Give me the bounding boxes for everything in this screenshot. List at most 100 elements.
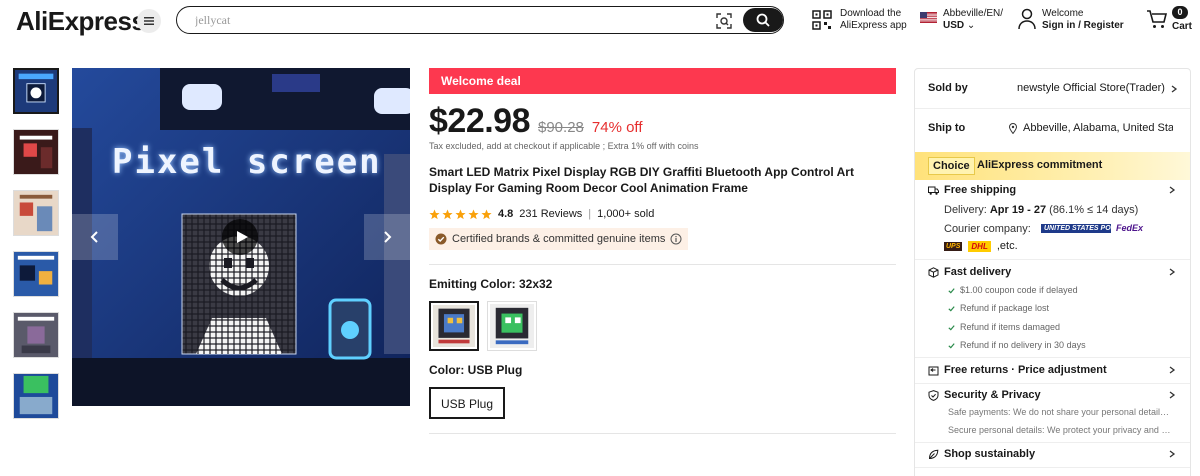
certified-badge[interactable]: Certified brands & committed genuine ite… (429, 228, 689, 250)
leaf-icon (928, 449, 939, 459)
check-icon (948, 324, 955, 330)
hamburger-icon (144, 17, 154, 25)
user-icon (1018, 8, 1036, 30)
tax-note: Tax excluded, add at checkout if applica… (429, 141, 699, 151)
separator: | (588, 208, 592, 220)
color-label: Color: USB Plug (429, 363, 523, 377)
thumbnail[interactable] (13, 312, 59, 358)
star-icon (481, 209, 492, 219)
chevron-down-icon: ⌄ (966, 20, 976, 31)
courier-logos-bottom: UPS DHL ,etc. (944, 240, 1018, 252)
check-icon (948, 305, 955, 311)
chevron-left-icon (90, 231, 98, 243)
cart-button[interactable]: 0 Cart (1146, 6, 1196, 36)
search-input[interactable] (195, 12, 695, 28)
purchase-panel: Sold by newstyle Official Store(Trader) … (914, 68, 1191, 476)
ship-to-location[interactable]: Abbeville, Alabama, United States (1023, 122, 1173, 134)
us-flag-icon (920, 12, 937, 23)
sold-by-row[interactable]: Sold by newstyle Official Store(Trader) (915, 82, 1190, 98)
security-privacy-row[interactable]: Security & Privacy (928, 389, 1041, 401)
main-product-image[interactable]: Pixel screen (72, 68, 410, 406)
color-option-alt[interactable] (487, 301, 537, 351)
ship-to-row[interactable]: Ship to Abbeville, Alabama, United State… (915, 122, 1190, 138)
check-icon (948, 287, 955, 293)
thumbnail[interactable] (13, 373, 59, 419)
star-icon (442, 209, 453, 219)
certified-icon (435, 233, 447, 245)
divider (915, 442, 1190, 443)
courier-label: Courier company: (944, 223, 1031, 235)
divider (915, 259, 1190, 260)
welcome-deal-banner: Welcome deal (429, 68, 896, 94)
shield-icon (928, 389, 939, 401)
return-icon (928, 366, 939, 375)
current-price: $22.98 (429, 102, 531, 140)
chevron-right-icon (1169, 391, 1176, 399)
chevron-right-icon (384, 231, 392, 243)
thumbnail[interactable] (13, 129, 59, 175)
rating-value: 4.8 (498, 208, 514, 220)
courier-logos-top: UNITED STATES POSTAL SERVICE FedEx (1041, 223, 1143, 233)
divider (915, 357, 1190, 358)
emitting-color-label: Emitting Color: 32x32 (429, 277, 553, 291)
chevron-right-icon (1169, 186, 1176, 194)
store-name[interactable]: newstyle Official Store(Trader) (1017, 82, 1167, 94)
product-title: Smart LED Matrix Pixel Display RGB DIY G… (429, 165, 854, 195)
rating-row: 4.8 231 Reviews | 1,000+ sold (429, 208, 897, 220)
truck-icon (928, 186, 939, 195)
qr-code-icon (812, 10, 832, 30)
color-option-32x32[interactable] (429, 301, 479, 351)
fedex-logo: FedEx (1116, 223, 1144, 233)
choice-tag: Choice (928, 157, 975, 175)
usb-plug-option[interactable]: USB Plug (429, 387, 506, 419)
thumbnail[interactable] (13, 68, 59, 114)
play-video-button[interactable] (222, 219, 258, 255)
dhl-logo: DHL (968, 240, 991, 252)
divider (915, 467, 1190, 468)
search-bar (176, 6, 784, 34)
info-icon[interactable] (670, 233, 682, 245)
cart-count-badge: 0 (1172, 6, 1188, 19)
chevron-right-icon (1169, 268, 1176, 276)
sold-by-label: Sold by (928, 82, 968, 94)
discount-label: 74% off (591, 119, 643, 136)
thumbnail[interactable] (13, 190, 59, 236)
choice-commitment-banner: Choice AliExpress commitment (915, 152, 1190, 180)
fast-delivery-item: Refund if items damaged (948, 322, 1060, 332)
download-app-link[interactable]: Download the AliExpress app (812, 8, 907, 32)
cart-label: Cart (1172, 21, 1193, 32)
ups-logo: UPS (944, 241, 963, 251)
free-shipping-row[interactable]: Free shipping (928, 184, 1016, 196)
certified-text: Certified brands & committed genuine ite… (452, 233, 666, 245)
star-icon (429, 209, 440, 219)
play-icon (236, 231, 248, 243)
previous-image-button[interactable] (72, 214, 118, 260)
next-image-button[interactable] (364, 214, 410, 260)
star-icon (468, 209, 479, 219)
account-text: Welcome Sign in / Register (1042, 8, 1124, 31)
fast-delivery-item: Refund if no delivery in 30 days (948, 340, 1086, 350)
search-button[interactable] (743, 8, 783, 32)
divider (429, 264, 896, 265)
chevron-right-icon (1169, 366, 1176, 374)
account-menu[interactable]: Welcome Sign in / Register (1018, 8, 1124, 32)
reviews-link[interactable]: 231 Reviews (519, 208, 582, 220)
star-rating[interactable] (429, 209, 492, 220)
menu-button[interactable] (137, 9, 161, 33)
search-icon (756, 13, 770, 27)
download-app-text: Download the AliExpress app (840, 8, 907, 31)
safe-payments-text: Safe payments: We do not share your pers… (948, 407, 1172, 417)
image-search-icon[interactable] (715, 12, 733, 30)
thumbnail[interactable] (13, 251, 59, 297)
fast-delivery-row[interactable]: Fast delivery (928, 266, 1011, 278)
divider (915, 108, 1190, 109)
shop-sustainably-row[interactable]: Shop sustainably (928, 448, 1035, 460)
top-header: AliExpress Download the AliExpress app (0, 0, 1200, 44)
box-icon (928, 266, 939, 278)
free-returns-row[interactable]: Free returns · Price adjustment (928, 364, 1107, 376)
divider (429, 433, 896, 434)
divider (915, 383, 1190, 384)
region-selector[interactable]: Abbeville/EN/ USD ⌄ (920, 8, 1003, 32)
fast-delivery-item: Refund if package lost (948, 303, 1049, 313)
aliexpress-logo[interactable]: AliExpress (16, 6, 146, 37)
